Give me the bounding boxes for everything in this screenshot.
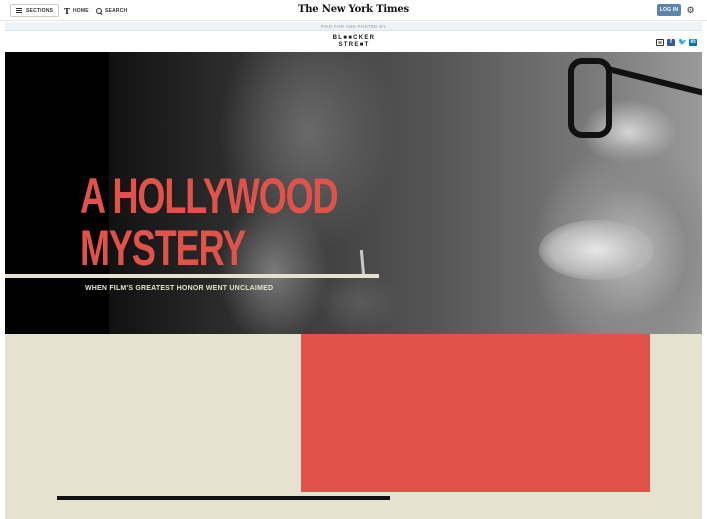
facebook-icon[interactable]: f <box>667 39 675 46</box>
sponsor-logo[interactable]: BL■■CKER STRE■T <box>326 35 382 48</box>
sponsor-bar: BL■■CKER STRE■T ✉ f 🐦 in <box>5 31 702 52</box>
photo-mustache <box>539 220 654 280</box>
hero-headline: A HOLLYWOOD MYSTERY <box>80 168 339 276</box>
gear-icon[interactable]: ⚙ <box>686 5 695 15</box>
black-divider-bar <box>57 496 390 500</box>
mail-icon[interactable]: ✉ <box>656 39 664 46</box>
headline-underline <box>5 274 379 278</box>
sponsor-logo-line2: STRE■T <box>338 41 370 48</box>
nyt-logo[interactable]: The New York Times <box>0 4 707 15</box>
headline-line-2: MYSTERY <box>80 220 246 276</box>
linkedin-icon[interactable]: in <box>689 39 697 46</box>
paid-post-banner: PAID FOR AND POSTED BY <box>5 22 702 31</box>
share-buttons: ✉ f 🐦 in <box>656 39 697 46</box>
hero-subhead: WHEN FILM'S GREATEST HONOR WENT UNCLAIME… <box>85 285 274 292</box>
top-navigation: SECTIONS T HOME SEARCH The New York Time… <box>0 0 707 21</box>
red-graphic-block <box>301 334 650 492</box>
headline-line-1: A HOLLYWOOD <box>80 168 339 224</box>
page: SECTIONS T HOME SEARCH The New York Time… <box>0 0 707 519</box>
photo-hand <box>321 272 401 332</box>
login-button[interactable]: LOG IN <box>657 4 681 16</box>
lower-section <box>5 334 702 519</box>
hero-section: A HOLLYWOOD MYSTERY WHEN FILM'S GREATEST… <box>5 52 702 334</box>
photo-glasses <box>568 52 702 138</box>
twitter-icon[interactable]: 🐦 <box>678 39 687 46</box>
sponsor-logo-line1: BL■■CKER <box>332 35 376 41</box>
